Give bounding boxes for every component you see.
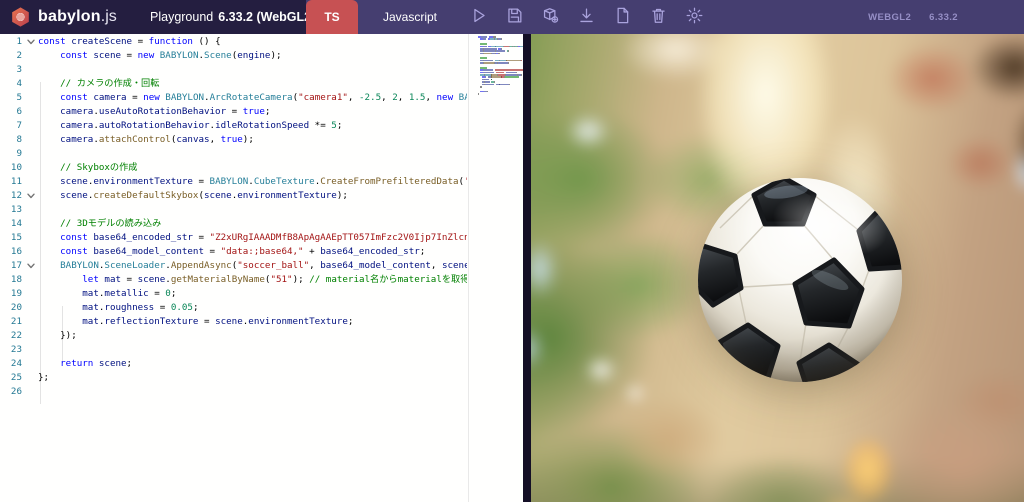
tab-typescript[interactable]: TS	[306, 0, 358, 34]
line-number: 13	[10, 204, 22, 215]
line-number: 6	[16, 106, 22, 117]
fold-chevron-icon[interactable]	[26, 261, 36, 271]
pane-splitter[interactable]	[523, 34, 531, 502]
line-number: 18	[10, 274, 22, 285]
header-status: WEBGL2 6.33.2	[868, 0, 958, 34]
line-number: 2	[16, 50, 22, 61]
code-line[interactable]: scene.createDefaultSkybox(scene.environm…	[38, 189, 467, 203]
delete-button[interactable]	[648, 7, 669, 28]
line-number: 11	[10, 176, 22, 187]
line-number: 7	[16, 120, 22, 131]
code-content[interactable]: const createScene = function () { const …	[38, 35, 467, 399]
save-icon	[505, 6, 524, 28]
minimap-line	[478, 95, 521, 97]
line-number: 4	[16, 78, 22, 89]
fold-chevron-icon[interactable]	[26, 191, 36, 201]
save-button[interactable]	[504, 7, 525, 28]
new-file-icon	[613, 6, 632, 28]
line-number: 10	[10, 162, 22, 173]
code-line[interactable]: });	[38, 329, 467, 343]
code-line[interactable]: return scene;	[38, 357, 467, 371]
app-version: 6.33.2 (WebGL2)	[218, 10, 316, 24]
code-line[interactable]: let mat = scene.getMaterialByName("51");…	[38, 273, 467, 287]
settings-button[interactable]	[684, 7, 705, 28]
code-line[interactable]: // カメラの作成・回転	[38, 77, 467, 91]
engine-version-label: 6.33.2	[929, 11, 958, 23]
code-line[interactable]: const camera = new BABYLON.ArcRotateCame…	[38, 91, 467, 105]
line-number: 17	[10, 260, 22, 271]
header-left-section: babylon.js Playground 6.33.2 (WebGL2)	[0, 0, 315, 34]
soccer-ball	[698, 178, 902, 382]
page-title: Playground 6.33.2 (WebGL2)	[150, 0, 315, 34]
babylon-logo[interactable]: babylon.js	[10, 6, 117, 28]
line-number: 24	[10, 358, 22, 369]
line-number: 26	[10, 386, 22, 397]
code-line[interactable]: BABYLON.SceneLoader.AppendAsync("soccer_…	[38, 259, 467, 273]
download-icon	[577, 6, 596, 28]
line-number: 19	[10, 288, 22, 299]
code-line[interactable]: const base64_encoded_str = "Z2xURgIAAADM…	[38, 231, 467, 245]
play-button[interactable]	[468, 7, 489, 28]
minimap-border	[468, 34, 469, 502]
line-number: 23	[10, 344, 22, 355]
babylon-logo-icon	[10, 6, 31, 28]
code-line[interactable]	[38, 63, 467, 77]
code-line[interactable]	[38, 147, 467, 161]
code-line[interactable]: mat.reflectionTexture = scene.environmen…	[38, 315, 467, 329]
line-number: 25	[10, 372, 22, 383]
code-line[interactable]: // Skyboxの作成	[38, 161, 467, 175]
line-number: 14	[10, 218, 22, 229]
code-line[interactable]	[38, 343, 467, 357]
code-line[interactable]: // 3Dモデルの読み込み	[38, 217, 467, 231]
settings-icon	[685, 6, 704, 28]
play-icon	[469, 6, 488, 28]
fold-chevron-icon[interactable]	[26, 37, 36, 47]
tab-javascript[interactable]: Javascript	[358, 0, 462, 34]
inspector-icon	[541, 6, 560, 28]
minimap[interactable]	[478, 36, 524, 500]
code-line[interactable]: camera.useAutoRotationBehavior = true;	[38, 105, 467, 119]
app-name: Playground	[150, 10, 214, 24]
code-editor[interactable]: 1 2 3 4 5 6 7 8 9 10 11 12 13 14 15 16 17 18 19 20 21 22 23 24 2…	[0, 34, 524, 502]
code-line[interactable]: const scene = new BABYLON.Scene(engine);	[38, 49, 467, 63]
line-number: 16	[10, 246, 22, 257]
toolbar	[468, 0, 705, 34]
header-bar: babylon.js Playground 6.33.2 (WebGL2) TS…	[0, 0, 1024, 34]
code-line[interactable]: scene.environmentTexture = BABYLON.CubeT…	[38, 175, 467, 189]
code-line[interactable]: camera.autoRotationBehavior.idleRotation…	[38, 119, 467, 133]
line-number: 8	[16, 134, 22, 145]
line-number: 20	[10, 302, 22, 313]
brand-suffix: .js	[100, 8, 117, 25]
render-canvas[interactable]	[531, 34, 1024, 502]
code-line[interactable]: mat.metallic = 0;	[38, 287, 467, 301]
line-number: 5	[16, 92, 22, 103]
line-numbers: 1 2 3 4 5 6 7 8 9 10 11 12 13 14 15 16 17 18 19 20 21 22 23 24 2…	[0, 35, 22, 399]
code-line[interactable]	[38, 385, 467, 399]
brand-text: babylon.js	[38, 8, 117, 26]
line-number: 9	[16, 148, 22, 159]
new-file-button[interactable]	[612, 7, 633, 28]
line-number: 12	[10, 190, 22, 201]
code-line[interactable]: camera.attachControl(canvas, true);	[38, 133, 467, 147]
babylon-playground-app: babylon.js Playground 6.33.2 (WebGL2) TS…	[0, 0, 1024, 502]
brand-name: babylon	[38, 8, 101, 25]
line-number: 22	[10, 330, 22, 341]
download-button[interactable]	[576, 7, 597, 28]
code-line[interactable]: };	[38, 371, 467, 385]
code-line[interactable]: mat.roughness = 0.05;	[38, 301, 467, 315]
line-number: 15	[10, 232, 22, 243]
line-number: 21	[10, 316, 22, 327]
code-line[interactable]	[38, 203, 467, 217]
line-number: 3	[16, 64, 22, 75]
code-line[interactable]: const createScene = function () {	[38, 35, 467, 49]
code-line[interactable]: const base64_model_content = "data:;base…	[38, 245, 467, 259]
renderer-label: WEBGL2	[868, 11, 912, 23]
delete-icon	[649, 6, 668, 28]
inspector-button[interactable]	[540, 7, 561, 28]
line-number: 1	[16, 36, 22, 47]
